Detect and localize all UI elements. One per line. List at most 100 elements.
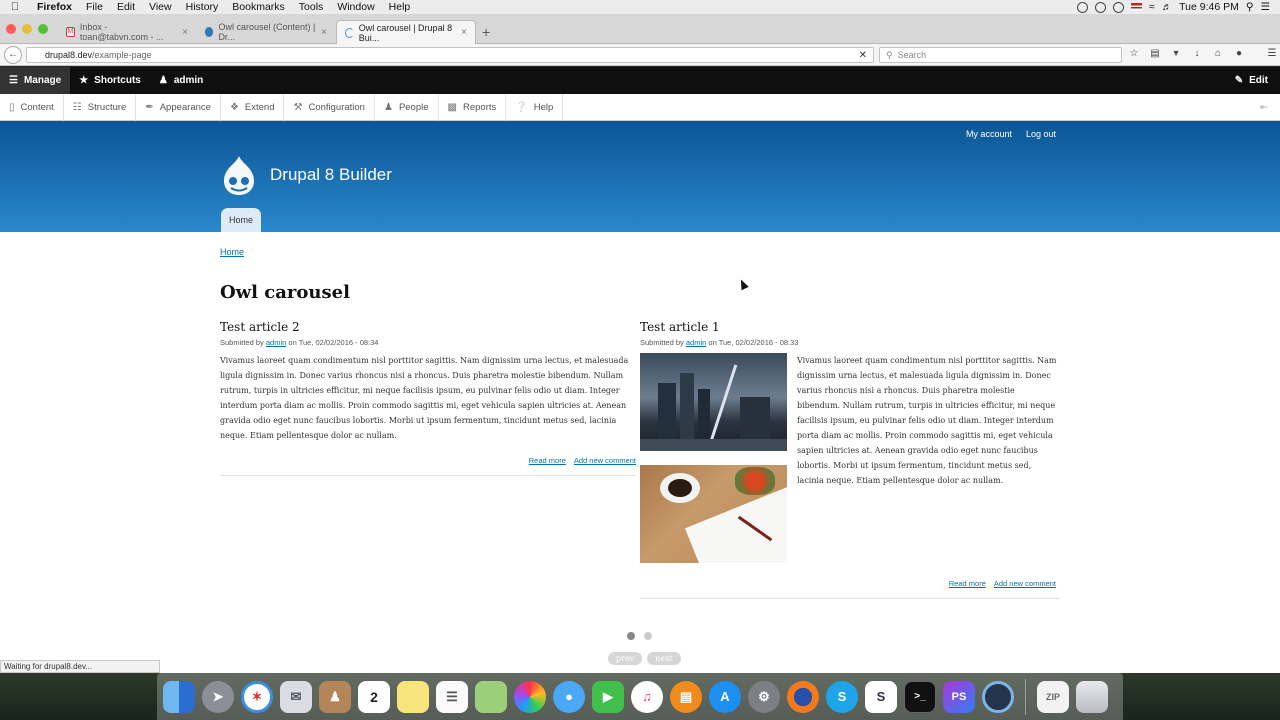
menu-window[interactable]: Window [330,1,381,13]
contacts-icon[interactable]: ♟ [319,680,351,713]
tray-people[interactable]: ♟ People [375,93,439,121]
volume-icon[interactable]: ♬ [1162,1,1173,13]
downloads-icon[interactable]: ↓ [1191,48,1203,59]
toolbar-manage[interactable]: ☰ Manage [0,67,71,94]
menu-view[interactable]: View [142,1,179,13]
reminders-icon[interactable]: ☰ [436,680,468,713]
tab-owl-carousel[interactable]: Owl carousel | Drupal 8 Bui... × [336,20,476,44]
main-menu-home[interactable]: Home [221,208,262,232]
wifi-icon[interactable]: ≈ [1149,1,1155,13]
finder-icon[interactable] [163,680,195,713]
log-out-link[interactable]: Log out [1026,129,1056,139]
itunes-icon[interactable]: ♫ [631,680,663,713]
page-icon: ▯ [9,101,15,113]
menu-help[interactable]: Help [382,1,418,13]
ibooks-icon[interactable]: ▤ [670,680,702,713]
notes-icon[interactable] [397,680,429,713]
quicktime-icon[interactable] [982,680,1014,713]
submitted-prefix: Submitted by [640,338,684,347]
app-store-icon[interactable]: A [709,680,741,713]
spotlight-icon[interactable]: ⚲ [1246,1,1254,13]
pocket-icon[interactable]: ▾ [1170,48,1182,59]
safari-icon[interactable]: ✶ [241,680,273,713]
tray-orientation-toggle-icon[interactable]: ⇤ [1260,102,1280,113]
carousel-next-button[interactable]: next [647,652,681,665]
toolbar-edit[interactable]: ✎ Edit [1226,67,1280,94]
menubar-clock[interactable]: Tue 9:46 PM [1179,1,1239,13]
record-icon[interactable] [1076,1,1088,13]
author-link[interactable]: admin [266,338,286,347]
maps-icon[interactable] [475,680,507,713]
close-tab-icon[interactable]: × [182,27,188,38]
trash-icon[interactable] [1076,680,1108,713]
system-preferences-icon[interactable]: ⚙ [748,680,780,713]
article-teaser: Test article 1 Submitted by admin on Tue… [640,320,1060,599]
time-machine-icon[interactable] [1112,1,1124,13]
drupal-logo-icon[interactable] [220,154,258,196]
coffee-notebook-image[interactable] [640,465,787,563]
toolbar-user[interactable]: ♟ admin [150,67,212,94]
sync-icon[interactable] [1094,1,1106,13]
calendar-icon[interactable]: 2 [358,680,390,713]
hamburger-menu-icon[interactable]: ☰ [1266,48,1278,59]
add-comment-link[interactable]: Add new comment [994,579,1056,588]
article-title[interactable]: Test article 1 [640,320,1060,334]
tray-help[interactable]: ❔ Help [506,93,564,121]
tray-structure[interactable]: ☷ Structure [64,93,137,121]
city-skyline-image[interactable] [640,353,787,451]
menu-edit[interactable]: Edit [110,1,142,13]
slack-icon[interactable]: S [865,680,897,713]
messages-icon[interactable]: ● [553,680,585,713]
archive-icon[interactable]: ZIP [1037,680,1069,713]
menu-tools[interactable]: Tools [292,1,331,13]
back-button[interactable]: ← [4,45,22,64]
breadcrumb-home[interactable]: Home [220,247,244,257]
carousel-prev-button[interactable]: prev [608,652,643,665]
mail-icon[interactable]: ✉ [280,680,312,713]
home-icon[interactable]: ⌂ [1212,48,1224,59]
article-title[interactable]: Test article 2 [220,320,640,334]
author-link[interactable]: admin [686,338,706,347]
notification-center-icon[interactable]: ☰ [1261,1,1270,13]
tray-extend[interactable]: ❖ Extend [221,93,285,121]
carousel-dot[interactable] [644,632,652,640]
tray-configuration[interactable]: ⚒ Configuration [284,93,375,121]
menu-file[interactable]: File [79,1,110,13]
read-more-link[interactable]: Read more [529,456,566,465]
close-tab-icon[interactable]: × [321,27,327,38]
facetime-icon[interactable]: ▶ [592,680,624,713]
photos-icon[interactable] [514,680,546,713]
apple-icon[interactable]:  [0,1,30,13]
chat-icon[interactable]: ● [1233,48,1245,59]
menu-history[interactable]: History [179,1,226,13]
url-bar[interactable]: drupal8.dev/example-page ✕ [26,47,874,63]
firefox-icon[interactable] [787,680,819,713]
input-source-flag-icon[interactable] [1130,3,1142,11]
close-window-button[interactable] [6,24,16,34]
menu-bookmarks[interactable]: Bookmarks [225,1,292,13]
reading-list-icon[interactable]: ▤ [1149,48,1161,59]
zoom-window-button[interactable] [38,24,48,34]
terminal-icon[interactable]: >_ [904,680,936,713]
menu-app-name[interactable]: Firefox [30,1,79,13]
tray-appearance[interactable]: ✒ Appearance [136,93,221,121]
read-more-link[interactable]: Read more [949,579,986,588]
site-name[interactable]: Drupal 8 Builder [270,165,392,185]
search-bar[interactable]: ⚲ Search [879,47,1122,63]
close-tab-icon[interactable]: × [461,27,467,38]
new-tab-button[interactable]: + [482,24,490,40]
bookmark-star-icon[interactable]: ☆ [1128,48,1140,59]
tray-reports[interactable]: ▩ Reports [439,93,507,121]
add-comment-link[interactable]: Add new comment [574,456,636,465]
phpstorm-icon[interactable]: PS [943,680,975,713]
tab-owl-content[interactable]: Owl carousel (Content) | Dr... × [197,20,335,44]
tray-content[interactable]: ▯ Content [0,93,64,121]
my-account-link[interactable]: My account [966,129,1012,139]
toolbar-shortcuts[interactable]: ★ Shortcuts [70,67,150,94]
minimize-window-button[interactable] [22,24,32,34]
launchpad-icon[interactable]: ➤ [202,680,234,713]
stop-loading-icon[interactable]: ✕ [859,50,867,61]
carousel-dot[interactable] [627,632,635,640]
skype-icon[interactable]: S [826,680,858,713]
tab-gmail[interactable]: M Inbox - toan@tabvn.com - ... × [58,20,196,44]
